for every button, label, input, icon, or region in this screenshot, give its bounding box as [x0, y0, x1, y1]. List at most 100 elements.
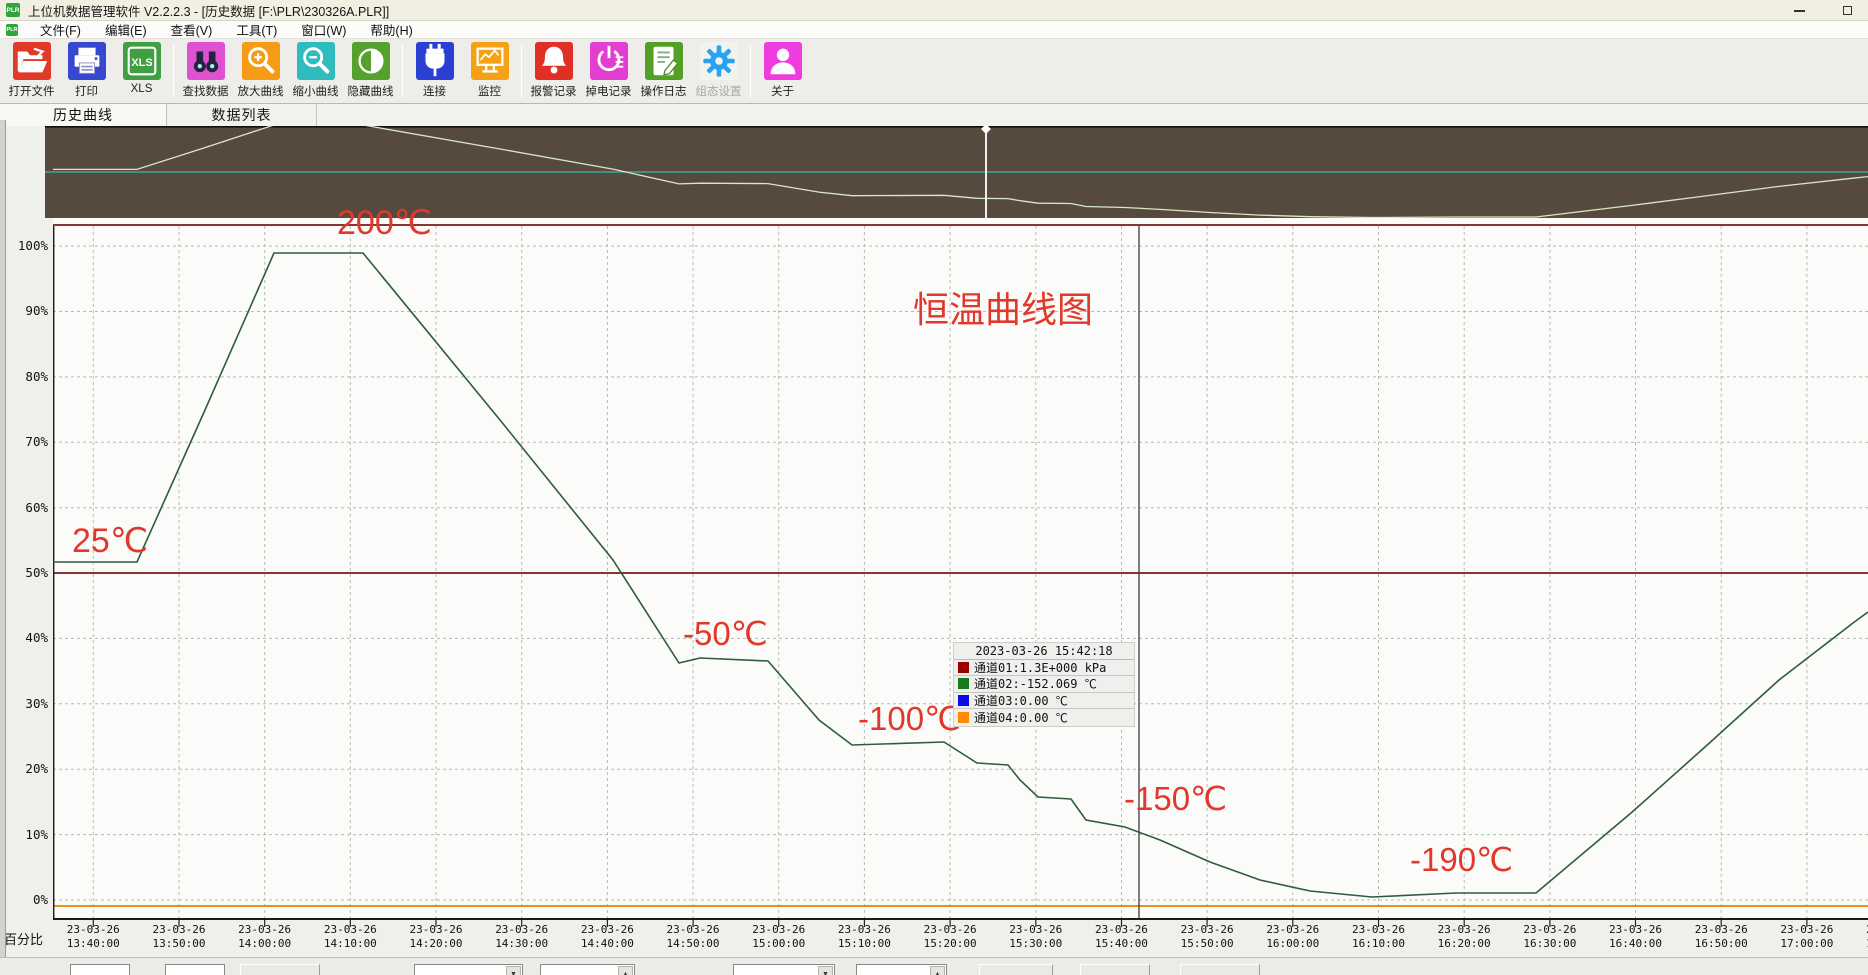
menu-item-1[interactable]: 文件(F): [28, 20, 93, 39]
x-axis-tick-label: 23-03-2613:40:00: [58, 923, 128, 950]
toolbar-button-操作日志[interactable]: 操作日志: [636, 42, 691, 99]
toolbar-button-XLS[interactable]: XLS XLS: [114, 42, 169, 95]
spinner-arrow-icon: ▲: [618, 966, 633, 975]
minimize-button[interactable]: [1788, 2, 1810, 19]
bottom-label-4: [337, 964, 389, 975]
app-window: PLR 上位机数据管理软件 V2.2.2.3 - [历史数据 [F:\PLR\2…: [0, 0, 1868, 975]
toolbar-separator: [521, 44, 522, 98]
cursor-tooltip: 2023-03-26 15:42:18 通道01:1.3E+000 kPa通道0…: [953, 642, 1135, 727]
x-axis-tick-label: 23-03-2616:00:00: [1258, 923, 1328, 950]
x-axis-tick-label: 23-03-2614:10:00: [315, 923, 385, 950]
toolbar-button-掉电记录[interactable]: 掉电记录: [581, 42, 636, 99]
y-axis-tick-label: 90%: [6, 303, 48, 318]
x-axis-tick-label: 23-03-2614:00:00: [230, 923, 300, 950]
y-axis-tick-label: 70%: [6, 434, 48, 449]
toolbar-button-隐藏曲线[interactable]: 隐藏曲线: [343, 42, 398, 99]
toolbar-button-监控[interactable]: 监控: [462, 42, 517, 99]
toolbar-button-查找数据[interactable]: 查找数据: [178, 42, 233, 99]
tab-data-list[interactable]: 数据列表: [167, 104, 317, 126]
xls-icon: XLS: [123, 42, 161, 80]
x-axis-tick-label: 23-03-2617:10:00: [1858, 923, 1868, 950]
binoculars-icon: [187, 42, 225, 80]
y-axis-tick-label: 60%: [6, 500, 48, 515]
window-title: 上位机数据管理软件 V2.2.2.3 - [历史数据 [F:\PLR\23032…: [28, 1, 389, 20]
toolbar-button-打印[interactable]: 打印: [59, 42, 114, 99]
menu-item-4[interactable]: 工具(T): [224, 20, 289, 39]
left-frame-edge: [0, 120, 6, 957]
tooltip-channel-row: 通道02:-152.069 ℃: [954, 676, 1134, 692]
toolbar-button-label: 掉电记录: [586, 83, 632, 99]
overview-band[interactable]: [45, 126, 1868, 218]
bottom-spin-6[interactable]: ▲: [540, 964, 635, 975]
bottom-input-1[interactable]: [70, 964, 130, 975]
bottom-button-11[interactable]: [1080, 964, 1150, 975]
menu-item-5[interactable]: 窗口(W): [289, 20, 358, 39]
x-axis-tick-label: 23-03-2614:40:00: [572, 923, 642, 950]
channel-value-label: 通道03:0.00 ℃: [974, 692, 1068, 709]
plug-icon: [416, 42, 454, 80]
toolbar-button-关于[interactable]: 关于: [755, 42, 810, 99]
bell-icon: [535, 42, 573, 80]
toolbar-button-label: 监控: [478, 83, 501, 99]
bottom-input-2[interactable]: [165, 964, 225, 975]
tooltip-channel-row: 通道04:0.00 ℃: [954, 709, 1134, 725]
channel-color-swatch: [958, 678, 969, 689]
y-axis-tick-label: 80%: [6, 369, 48, 384]
toolbar-button-label: 组态设置: [696, 83, 742, 99]
y-axis-tick-label: 50%: [6, 565, 48, 580]
bottom-control-bar: ▼ ▲ ▼ ▲: [0, 957, 1868, 975]
toolbar-button-放大曲线[interactable]: 放大曲线: [233, 42, 288, 99]
x-axis-tick-label: 23-03-2615:50:00: [1172, 923, 1242, 950]
zoom-in-icon: [242, 42, 280, 80]
app-logo-icon: PLR: [6, 3, 20, 17]
toolbar-button-报警记录[interactable]: 报警记录: [526, 42, 581, 99]
toolbar-button-组态设置[interactable]: 组态设置: [691, 42, 746, 99]
log-icon: [645, 42, 683, 80]
tooltip-channel-row: 通道01:1.3E+000 kPa: [954, 660, 1134, 676]
channel-color-swatch: [958, 695, 969, 706]
toolbar-button-label: 缩小曲线: [293, 83, 339, 99]
x-axis-tick-label: 23-03-2616:20:00: [1429, 923, 1499, 950]
toolbar-button-缩小曲线[interactable]: 缩小曲线: [288, 42, 343, 99]
dropdown-arrow-icon: ▼: [818, 966, 833, 975]
x-axis-tick-label: 23-03-2616:10:00: [1344, 923, 1414, 950]
restore-icon: [1843, 6, 1852, 15]
bottom-spin-9[interactable]: ▲: [856, 964, 947, 975]
toolbar-button-label: 报警记录: [531, 83, 577, 99]
toolbar-button-label: 打印: [75, 83, 98, 99]
y-axis-unit-label: 百分比: [4, 929, 43, 948]
bottom-button-10[interactable]: [979, 964, 1053, 975]
chart-annotation: -50℃: [683, 617, 768, 650]
chart-annotation: -100℃: [858, 702, 961, 735]
bottom-button-12[interactable]: [1180, 964, 1260, 975]
menu-item-3[interactable]: 查看(V): [159, 20, 225, 39]
bottom-combo-8[interactable]: ▼: [733, 964, 835, 975]
x-axis-tick-label: 23-03-2614:50:00: [658, 923, 728, 950]
overview-chart[interactable]: [45, 126, 1868, 218]
toolbar-button-连接[interactable]: 连接: [407, 42, 462, 99]
x-axis-tick-label: 23-03-2613:50:00: [144, 923, 214, 950]
tab-history-curve[interactable]: 历史曲线: [0, 104, 167, 126]
channel-color-swatch: [958, 712, 969, 723]
channel-value-label: 通道04:0.00 ℃: [974, 709, 1068, 726]
bottom-combo-5[interactable]: ▼: [414, 964, 523, 975]
x-axis-tick-label: 23-03-2615:00:00: [744, 923, 814, 950]
bottom-button-3[interactable]: [240, 964, 320, 975]
chart-annotation: -150℃: [1124, 782, 1227, 815]
tooltip-channel-row: 通道03:0.00 ℃: [954, 693, 1134, 709]
channel-color-swatch: [958, 662, 969, 673]
x-axis-tick-label: 23-03-2615:30:00: [1001, 923, 1071, 950]
x-axis-tick-label: 23-03-2615:10:00: [829, 923, 899, 950]
chart-annotation: 200℃: [337, 206, 432, 240]
menu-item-6[interactable]: 帮助(H): [358, 20, 424, 39]
monitor-icon: [471, 42, 509, 80]
tooltip-timestamp: 2023-03-26 15:42:18: [954, 643, 1134, 660]
restore-button[interactable]: [1836, 2, 1858, 19]
toolbar-button-label: XLS: [131, 83, 153, 95]
y-axis-tick-label: 10%: [6, 827, 48, 842]
toolbar-button-打开文件[interactable]: 打开文件: [4, 42, 59, 99]
person-icon: [764, 42, 802, 80]
menu-item-2[interactable]: 编辑(E): [93, 20, 159, 39]
channel-value-label: 通道01:1.3E+000 kPa: [974, 659, 1106, 676]
open-folder-icon: [13, 42, 51, 80]
